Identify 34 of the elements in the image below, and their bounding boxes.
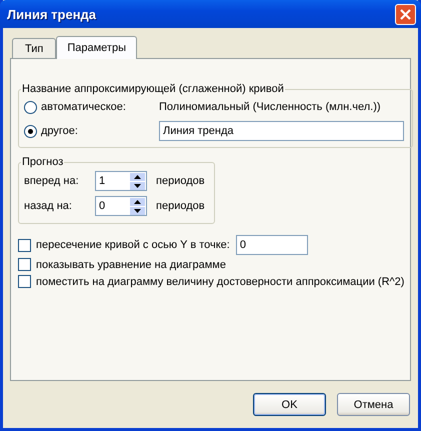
group-title: Прогноз	[21, 156, 64, 168]
option-label: другое:	[41, 125, 79, 137]
spin-down-button[interactable]	[130, 207, 145, 215]
checkbox[interactable]	[18, 275, 31, 288]
field-label: назад на:	[24, 200, 73, 212]
unit-label: периодов	[156, 200, 205, 212]
checkbox-label: показывать уравнение на диаграмме	[36, 258, 226, 270]
checkbox-label: поместить на диаграмму величину достоверности аппроксимации (R^2)	[36, 276, 404, 288]
down-arrow-icon	[134, 184, 141, 188]
tab[interactable]: Параметры	[56, 36, 137, 59]
option-label: автоматическое:	[41, 101, 127, 113]
checkbox[interactable]	[18, 238, 31, 252]
unit-label: периодов	[156, 175, 205, 187]
down-arrow-icon	[134, 209, 141, 213]
close-icon	[400, 8, 411, 20]
spin-down-button[interactable]	[130, 182, 145, 190]
auto-name-text: Полиномиальный (Численность (млн.чел.))	[159, 101, 381, 113]
cancel-button[interactable]: Отмена	[337, 393, 410, 416]
ok-button[interactable]: OK	[253, 393, 326, 416]
window-title: Линия тренда	[7, 6, 96, 22]
radio-button[interactable]	[24, 124, 37, 138]
tab[interactable]: Тип	[12, 38, 56, 58]
intercept-input-field[interactable]: 0	[236, 235, 308, 255]
group-title: Название аппроксимирующей (сглаженной) кривой	[21, 83, 285, 95]
radio-button[interactable]	[24, 100, 37, 114]
name-input-field[interactable]: Линия тренда	[159, 121, 404, 141]
field-label: вперед на:	[24, 175, 80, 187]
up-arrow-icon	[134, 175, 141, 179]
spin-up-button[interactable]	[130, 173, 145, 181]
spin-up-button[interactable]	[130, 198, 145, 206]
close-button[interactable]	[395, 4, 416, 24]
up-arrow-icon	[134, 200, 141, 204]
checkbox[interactable]	[18, 258, 31, 271]
checkbox-label: пересечение кривой с осью Y в точке:	[36, 239, 230, 251]
